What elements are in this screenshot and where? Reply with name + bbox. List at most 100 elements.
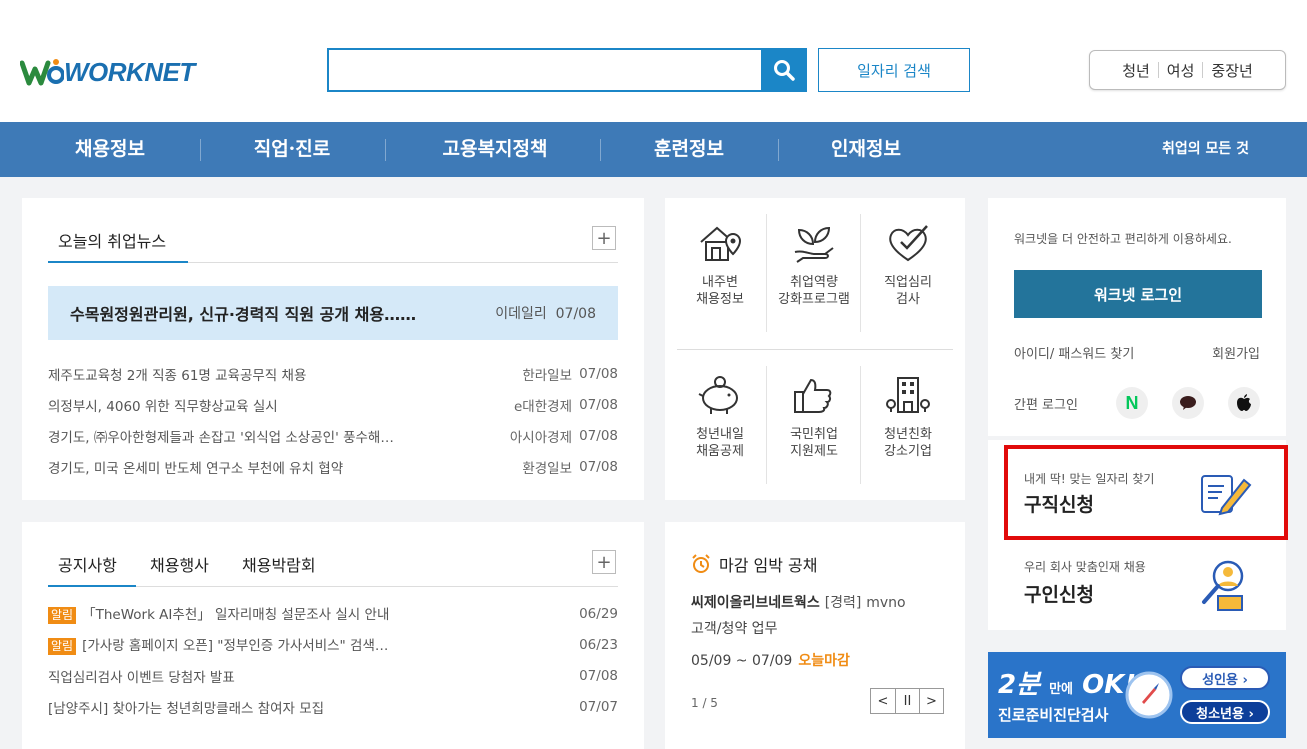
hire-title: 구인신청 [1024, 584, 1094, 606]
news-item-date: 07/08 [579, 396, 618, 413]
divider [385, 139, 386, 161]
news-item-source: 환경일보 [522, 460, 572, 477]
piggy-bank-icon [698, 376, 738, 414]
deadline-title-text: 마감 임박 공채 [719, 556, 818, 575]
notice-item-date: 07/08 [579, 667, 618, 684]
join-link[interactable]: 회원가입 [1212, 343, 1260, 362]
worknet-logo[interactable]: WORKNET [20, 50, 195, 94]
news-item-title: 경기도, ㈜우아한형제들과 손잡고 '외식업 소상공인' 풍수해… [48, 429, 394, 446]
search-icon [774, 60, 795, 81]
building-icon [886, 377, 930, 413]
quick-link-women[interactable]: 여성 [1159, 60, 1203, 81]
services-panel: 내주변 채용정보 취업역량 강화프로그램 직업심리 검사 청년내일 채움공제 국… [665, 198, 965, 500]
list-item[interactable]: 경기도, ㈜우아한형제들과 손잡고 '외식업 소상공인' 풍수해… 아시아경제 07… [48, 420, 618, 451]
nav-all-about-jobs[interactable]: 취업의 모든 것 [1162, 122, 1249, 177]
notice-item-date: 06/23 [579, 636, 618, 653]
banner-headline: 2분 만에 OK! [998, 664, 1136, 701]
banner-small: 만에 [1049, 682, 1073, 697]
prev-button[interactable]: < [871, 689, 895, 713]
tab-hiring-events[interactable]: 채용행사 [150, 552, 209, 576]
service-label: 직업심리 검사 [884, 275, 932, 307]
deadline-panel: 마감 임박 공채 씨제이올리브네트웍스 [경력] mvno 고객/청약 업무 0… [665, 522, 965, 749]
list-item[interactable]: 경기도, 미국 온세미 반도체 연구소 부천에 유치 협약 환경일보 07/08 [48, 451, 618, 482]
list-item[interactable]: 의정부시, 4060 위한 직무향상교육 실시 e대한경제 07/08 [48, 389, 618, 420]
notice-badge: 알림 [48, 607, 77, 624]
news-headline[interactable]: 수목원정원관리원, 신규·경력직 직원 공개 채용…… 이데일리 07/08 [48, 286, 618, 340]
audience-quick-links: 청년 여성 중장년 [1089, 50, 1286, 90]
divider [200, 139, 201, 161]
news-item-date: 07/08 [579, 365, 618, 382]
news-title[interactable]: 오늘의 취업뉴스 [58, 228, 166, 252]
divider [778, 139, 779, 161]
divider [600, 139, 601, 161]
list-item[interactable]: 직업심리검사 이벤트 당첨자 발표 07/08 [48, 660, 618, 691]
list-item[interactable]: 제주도교육청 2개 직종 61명 교육공무직 채용 한라일보 07/08 [48, 358, 618, 389]
service-youth-friendly-companies[interactable]: 청년친화 강소기업 [861, 370, 955, 460]
quick-link-middle-aged[interactable]: 중장년 [1203, 60, 1260, 81]
list-item[interactable]: 알림 [가사랑 홈페이지 오픈] "정부인증 가사서비스" 검색… 06/23 [48, 629, 618, 660]
heart-check-icon [889, 225, 928, 262]
nav-item-welfare-policy[interactable]: 고용복지정책 [420, 122, 570, 177]
list-item[interactable]: 알림 「TheWork AI추천」 일자리매칭 설문조사 실시 안내 06/29 [48, 598, 618, 629]
nav-item-career[interactable]: 직업·진로 [228, 122, 356, 177]
search-input[interactable] [329, 50, 759, 90]
sprout-hand-icon [794, 226, 834, 263]
news-item-date: 07/08 [579, 458, 618, 475]
service-national-employment-support[interactable]: 국민취업 지원제도 [767, 370, 861, 460]
find-id-password-link[interactable]: 아이디/ 패스워드 찾기 [1014, 343, 1134, 362]
deadline-desc: 고객/청약 업무 [691, 621, 778, 637]
service-nearby-jobs[interactable]: 내주변 채용정보 [673, 218, 767, 308]
company-name: 씨제이올리브네트웍스 [691, 595, 820, 611]
hire-subtitle: 우리 회사 맞춤인재 채용 [1024, 560, 1146, 574]
next-button[interactable]: > [919, 689, 943, 713]
deadline-title: 마감 임박 공채 [691, 552, 818, 576]
compass-icon [1125, 671, 1173, 719]
career-tag: [경력] [824, 595, 862, 611]
news-panel: 오늘의 취업뉴스 + 수목원정원관리원, 신규·경력직 직원 공개 채용…… 이… [22, 198, 644, 500]
news-item-source: 아시아경제 [509, 429, 572, 446]
date-range: 05/09 ~ 07/09 [691, 653, 793, 669]
deadline-company[interactable]: 씨제이올리브네트웍스 [경력] mvno [691, 592, 906, 612]
nav-item-training[interactable]: 훈련정보 [625, 122, 753, 177]
youth-test-button[interactable]: 청소년용 › [1180, 700, 1270, 724]
service-label: 내주변 채용정보 [696, 275, 744, 307]
highlight-box [1004, 445, 1288, 540]
naver-login-button[interactable]: N [1116, 387, 1148, 419]
news-item-title: 의정부시, 4060 위한 직무향상교육 실시 [48, 398, 278, 415]
career-test-banner[interactable]: 2분 만에 OK! 진로준비진단검사 성인용 › 청소년용 › [988, 652, 1286, 738]
search-button[interactable] [761, 48, 807, 92]
notice-item-title: 직업심리검사 이벤트 당첨자 발표 [48, 669, 235, 686]
deadline-pager: < II > [870, 688, 944, 714]
logo-text: WORKNET [64, 56, 195, 87]
talent-search-icon [1202, 560, 1244, 611]
nav-item-talent[interactable]: 인재정보 [802, 122, 930, 177]
apple-login-button[interactable] [1228, 387, 1260, 419]
nav-item-jobs[interactable]: 채용정보 [46, 122, 174, 177]
kakao-login-button[interactable] [1172, 387, 1204, 419]
deadline-page: 1 / 5 [691, 696, 718, 710]
service-job-skill-program[interactable]: 취업역량 강화프로그램 [767, 218, 861, 308]
news-item-date: 07/08 [579, 427, 618, 444]
search-box [327, 48, 807, 92]
notice-badge: 알림 [48, 638, 77, 655]
tab-job-fair[interactable]: 채용박람회 [242, 552, 316, 576]
naver-n-icon: N [1125, 392, 1139, 413]
news-item-title: 제주도교육청 2개 직종 61명 교육공무직 채용 [48, 367, 307, 384]
tab-notice[interactable]: 공지사항 [58, 552, 117, 576]
quick-link-youth[interactable]: 청년 [1114, 60, 1158, 81]
service-youth-savings[interactable]: 청년내일 채움공제 [673, 370, 767, 460]
adult-test-button[interactable]: 성인용 › [1180, 666, 1270, 690]
pause-button[interactable]: II [895, 689, 919, 713]
banner-sub: 진로준비진단검사 [998, 706, 1109, 724]
service-label: 청년친화 강소기업 [884, 427, 932, 459]
deadline-date: 05/09 ~ 07/09 오늘마감 [691, 650, 850, 670]
notice-item-date: 06/29 [579, 605, 618, 622]
list-item[interactable]: [남양주시] 찾아가는 청년희망클래스 참여자 모집 07/07 [48, 691, 618, 722]
hire-panel[interactable]: 우리 회사 맞춤인재 채용 구인신청 [988, 544, 1286, 630]
site-header: WORKNET 일자리 검색 청년 여성 중장년 [0, 0, 1307, 122]
news-more-button[interactable]: + [592, 226, 616, 250]
service-job-psych-test[interactable]: 직업심리 검사 [861, 218, 955, 308]
notice-more-button[interactable]: + [592, 550, 616, 574]
login-button[interactable]: 워크넷 로그인 [1014, 270, 1262, 318]
job-search-button[interactable]: 일자리 검색 [818, 48, 970, 92]
